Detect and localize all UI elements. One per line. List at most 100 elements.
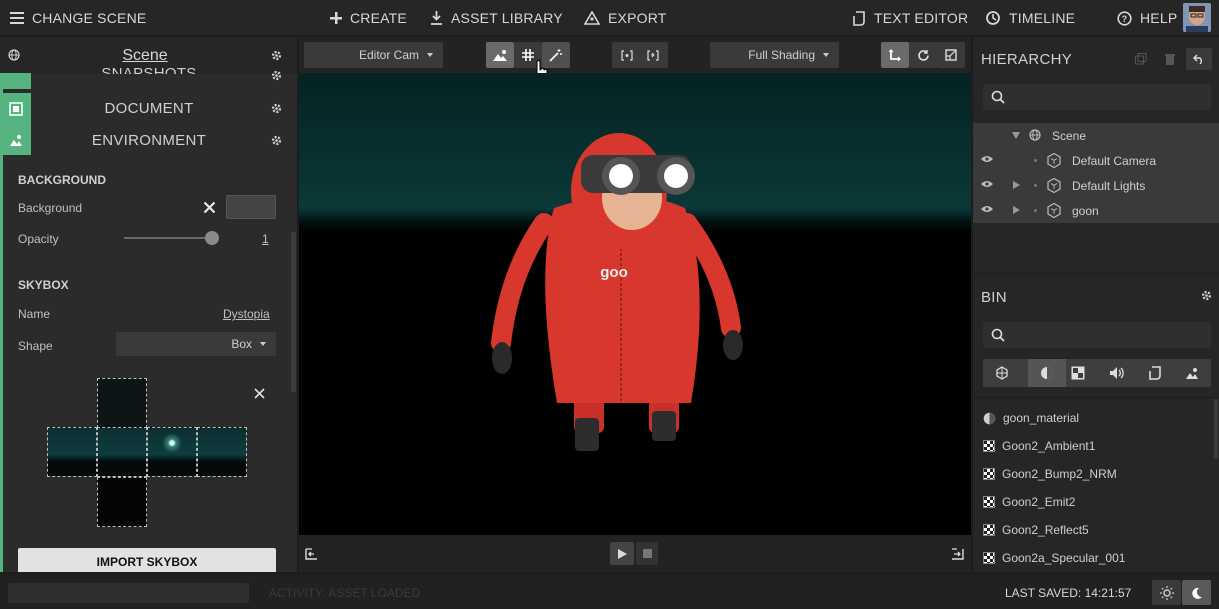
skybox-shape-dropdown[interactable]: Box <box>116 332 276 356</box>
collapse-left-panel-icon[interactable] <box>305 548 318 560</box>
scale-icon <box>945 49 957 61</box>
opacity-slider-track[interactable] <box>124 237 212 239</box>
expand-triangle-icon[interactable] <box>1012 132 1020 139</box>
eye-icon[interactable] <box>981 205 993 213</box>
bin-scrollbar[interactable] <box>1214 399 1218 459</box>
snapshots-tab[interactable] <box>0 73 31 89</box>
snapshots-section-header[interactable]: SNAPSHOTS <box>0 60 297 74</box>
timeline-icon <box>985 10 1001 26</box>
document-section-header[interactable]: DOCUMENT <box>0 92 297 124</box>
eye-icon[interactable] <box>981 180 993 188</box>
bin-filter-bar <box>983 359 1211 387</box>
skybox-name-label: Name <box>18 307 51 321</box>
background-color-swatch[interactable] <box>226 195 276 219</box>
skybox-face-back <box>197 427 247 477</box>
right-panel: HIERARCHY Scene Default Camera Default L… <box>972 37 1219 572</box>
duplicate-icon[interactable] <box>1135 53 1147 65</box>
document-label: DOCUMENT <box>104 99 194 117</box>
light-theme-button[interactable] <box>1152 580 1181 605</box>
document-gear-icon[interactable] <box>271 103 282 114</box>
magic-wand-icon <box>549 48 563 62</box>
asset-library-button[interactable]: ASSET LIBRARY <box>430 0 563 36</box>
play-button[interactable] <box>610 542 634 565</box>
snapshots-gear-icon[interactable] <box>271 70 282 81</box>
filter-entities-icon[interactable] <box>995 366 1009 380</box>
eye-icon[interactable] <box>981 155 993 163</box>
help-icon: ? <box>1117 10 1132 26</box>
translate-gizmo-button[interactable] <box>881 42 909 68</box>
script-icon <box>852 10 866 26</box>
skybox-name-value[interactable]: Dystopia <box>223 307 270 321</box>
camera-dropdown[interactable]: Editor Cam <box>304 42 443 68</box>
export-label: EXPORT <box>608 10 667 26</box>
frame-selection-icon[interactable] <box>621 49 633 61</box>
export-icon <box>584 11 600 25</box>
scene-viewport[interactable]: goo <box>299 73 971 535</box>
opacity-value[interactable]: 1 <box>262 232 269 246</box>
asset-library-label: ASSET LIBRARY <box>451 10 563 26</box>
bin-item[interactable]: Goon2_Reflect5 <box>983 516 1089 544</box>
expand-triangle-icon[interactable] <box>1013 206 1020 214</box>
filter-materials-button[interactable] <box>1028 359 1066 387</box>
skybox-face-right <box>147 427 197 477</box>
filter-textures-icon[interactable] <box>1071 366 1085 380</box>
stop-button[interactable] <box>636 542 658 565</box>
bin-search-input[interactable] <box>983 322 1211 348</box>
text-editor-button[interactable]: TEXT EDITOR <box>852 0 968 36</box>
bin-settings-gear-icon[interactable] <box>1201 290 1212 301</box>
rotate-icon <box>917 49 930 62</box>
undo-icon <box>1193 54 1205 64</box>
environment-section-header[interactable]: ENVIRONMENT <box>0 124 297 156</box>
search-icon <box>991 90 1005 104</box>
change-scene-button[interactable]: CHANGE SCENE <box>10 0 146 36</box>
undo-button[interactable] <box>1186 48 1212 70</box>
left-panel-scrollbar[interactable] <box>291 232 296 392</box>
scale-gizmo-button[interactable] <box>937 42 965 68</box>
user-avatar[interactable] <box>1183 3 1211 32</box>
hierarchy-search-input[interactable] <box>983 84 1211 110</box>
bin-item[interactable]: Goon2_Bump2_NRM <box>983 460 1117 488</box>
dark-theme-button[interactable] <box>1182 580 1211 605</box>
shading-dropdown[interactable]: Full Shading <box>710 42 839 68</box>
translate-icon <box>889 49 901 61</box>
expand-triangle-icon[interactable] <box>1013 181 1020 189</box>
bin-item[interactable]: Goon2_Emit2 <box>983 488 1075 516</box>
filter-sounds-icon[interactable] <box>1109 366 1125 380</box>
bin-item[interactable]: Goon2a_Specular_001 <box>983 544 1125 572</box>
opacity-slider-thumb[interactable] <box>205 231 219 245</box>
clear-skybox-icon[interactable] <box>254 388 265 399</box>
clear-background-icon[interactable] <box>203 201 216 214</box>
landscape-icon <box>493 49 507 61</box>
bin-item[interactable]: goon_material <box>983 404 1079 432</box>
import-skybox-button[interactable]: IMPORT SKYBOX <box>18 548 276 572</box>
create-button[interactable]: CREATE <box>330 0 407 36</box>
filter-environments-icon[interactable] <box>1185 366 1199 380</box>
leaf-dot <box>1034 184 1037 187</box>
collapse-right-panel-icon[interactable] <box>951 548 964 560</box>
timeline-label: TIMELINE <box>1009 10 1076 26</box>
export-button[interactable]: EXPORT <box>584 0 667 36</box>
bin-item[interactable]: Goon2_Ambient1 <box>983 432 1095 460</box>
texture-icon <box>983 524 995 536</box>
svg-text:goo: goo <box>600 264 628 281</box>
frame-all-icon[interactable] <box>647 49 659 61</box>
filter-scripts-icon[interactable] <box>1148 366 1162 380</box>
background-label: Background <box>18 201 83 215</box>
goon-character[interactable]: goo <box>299 73 971 535</box>
rotate-gizmo-button[interactable] <box>909 42 937 68</box>
environment-gear-icon[interactable] <box>271 135 282 146</box>
tree-row-default-lights[interactable]: Default Lights <box>973 173 1219 198</box>
text-editor-label: TEXT EDITOR <box>874 10 969 26</box>
help-button[interactable]: ? HELP <box>1117 0 1177 36</box>
bin-item-label: Goon2_Bump2_NRM <box>1002 467 1117 481</box>
timeline-button[interactable]: TIMELINE <box>985 0 1075 36</box>
tree-row-goon[interactable]: goon <box>973 198 1219 223</box>
tree-row-scene[interactable]: Scene <box>973 123 1219 148</box>
panel-divider <box>973 273 1219 274</box>
tree-label: Default Camera <box>1072 154 1157 168</box>
viewport-bottom-bar <box>299 535 971 572</box>
tree-row-default-camera[interactable]: Default Camera <box>973 148 1219 173</box>
sun-icon <box>1159 585 1174 600</box>
show-skybox-toggle[interactable] <box>486 42 514 68</box>
trash-icon[interactable] <box>1165 53 1175 65</box>
